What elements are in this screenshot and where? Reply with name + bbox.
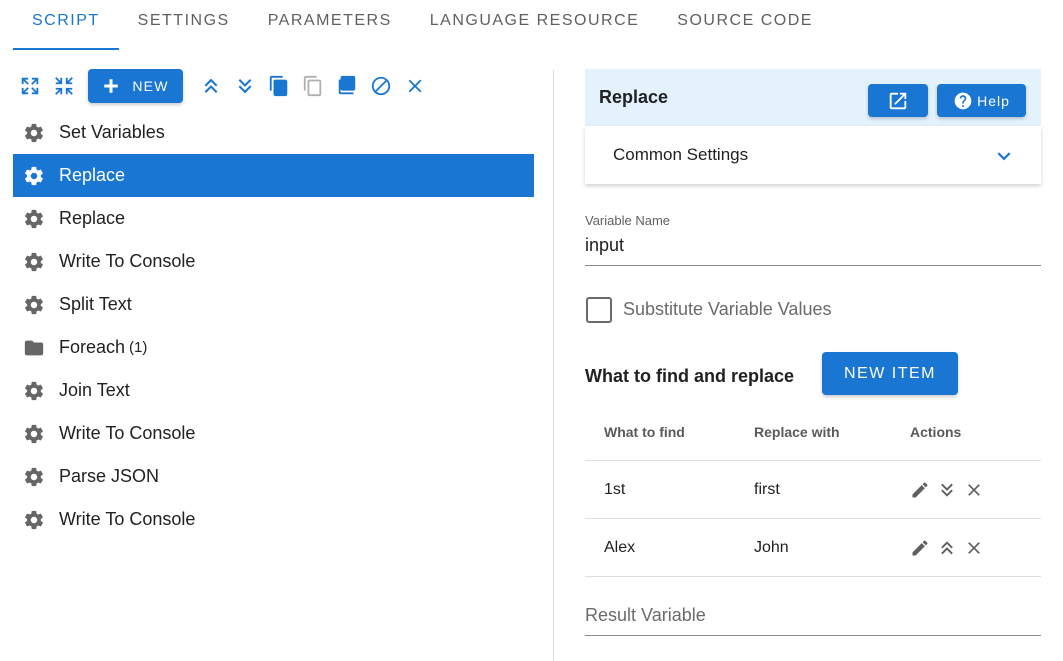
result-variable-field[interactable]: Result Variable xyxy=(585,605,706,626)
paste-icon[interactable] xyxy=(301,74,325,98)
panel-divider[interactable] xyxy=(553,70,554,661)
step-item-folder[interactable]: Foreach (1) xyxy=(13,326,534,369)
duplicate-icon[interactable] xyxy=(335,74,359,98)
chevron-down-icon xyxy=(997,152,1011,161)
cell-actions xyxy=(890,538,1041,558)
gear-icon xyxy=(25,424,43,443)
help-button[interactable]: Help xyxy=(937,84,1026,117)
plus-icon xyxy=(104,79,119,93)
app-root: SCRIPT SETTINGS PARAMETERS LANGUAGE RESO… xyxy=(0,0,1063,661)
gear-icon xyxy=(25,381,43,400)
folder-icon xyxy=(24,340,44,355)
step-label: Replace xyxy=(59,165,126,185)
tab-settings[interactable]: SETTINGS xyxy=(119,0,249,50)
step-item[interactable]: Write To Console xyxy=(13,240,534,283)
gear-icon xyxy=(25,510,43,529)
new-step-label: NEW xyxy=(132,78,169,94)
step-item[interactable]: Set Variables xyxy=(13,111,534,154)
delete-icon[interactable] xyxy=(964,480,984,500)
open-external-button[interactable] xyxy=(868,84,928,117)
step-header: Replace Help xyxy=(585,69,1041,127)
new-item-button[interactable]: NEW ITEM xyxy=(822,352,958,395)
common-settings-label: Common Settings xyxy=(613,145,749,164)
variable-name-label: Variable Name xyxy=(585,213,671,228)
tab-language-resource[interactable]: LANGUAGE RESOURCE xyxy=(411,0,659,50)
step-item[interactable]: Parse JSON xyxy=(13,455,534,498)
substitute-variables-label[interactable]: Substitute Variable Values xyxy=(623,299,831,320)
move-down-icon[interactable] xyxy=(937,480,957,500)
cell-find: Alex xyxy=(604,538,636,556)
step-item[interactable]: Write To Console xyxy=(13,412,534,455)
table-row: Alex John xyxy=(585,519,1041,577)
cell-replace: John xyxy=(754,538,789,556)
step-item[interactable]: Replace xyxy=(13,197,534,240)
gear-icon xyxy=(25,166,43,185)
step-toolbar: NEW xyxy=(18,68,437,104)
step-label: Replace xyxy=(59,208,126,228)
help-icon xyxy=(954,92,972,109)
step-label: Split Text xyxy=(59,294,132,314)
step-label: Join Text xyxy=(59,380,130,400)
child-count: (1) xyxy=(129,339,148,356)
cell-find: 1st xyxy=(604,480,626,498)
help-label: Help xyxy=(977,92,1010,109)
step-item[interactable]: Split Text xyxy=(13,283,534,326)
copy-icon[interactable] xyxy=(267,74,291,98)
column-header-replace: Replace with xyxy=(754,423,840,440)
find-replace-table: What to find Replace with Actions 1st fi… xyxy=(585,403,1041,577)
move-down-icon[interactable] xyxy=(233,74,257,98)
step-label: Set Variables xyxy=(59,122,165,142)
gear-icon xyxy=(25,295,43,314)
tab-script[interactable]: SCRIPT xyxy=(13,0,119,50)
step-list: Set Variables Replace Replace Write To C… xyxy=(13,111,534,541)
move-up-icon[interactable] xyxy=(199,74,223,98)
cell-replace: first xyxy=(754,480,780,498)
open-external-icon xyxy=(889,92,907,109)
cell-actions xyxy=(890,480,1041,500)
step-label: Write To Console xyxy=(59,509,196,529)
gear-icon xyxy=(25,209,43,228)
find-replace-title: What to find and replace xyxy=(585,366,795,386)
step-label: Write To Console xyxy=(59,251,196,271)
step-label: Write To Console xyxy=(59,423,196,443)
column-header-actions: Actions xyxy=(910,423,962,440)
variable-name-input[interactable]: input xyxy=(585,235,624,256)
edit-icon[interactable] xyxy=(910,538,930,558)
step-item-selected[interactable]: Replace xyxy=(13,154,534,197)
column-header-find: What to find xyxy=(604,423,685,440)
step-title: Replace xyxy=(599,87,669,107)
collapse-all-icon[interactable] xyxy=(52,74,76,98)
gear-icon xyxy=(25,467,43,486)
table-row: 1st first xyxy=(585,461,1041,519)
tab-parameters[interactable]: PARAMETERS xyxy=(249,0,411,50)
gear-icon xyxy=(25,252,43,271)
step-item[interactable]: Join Text xyxy=(13,369,534,412)
step-label: Parse JSON xyxy=(59,466,160,486)
substitute-variables-checkbox[interactable] xyxy=(586,297,612,323)
move-up-icon[interactable] xyxy=(937,538,957,558)
step-label: Foreach xyxy=(59,337,126,357)
expand-all-icon[interactable] xyxy=(18,74,42,98)
disable-icon[interactable] xyxy=(369,74,393,98)
edit-icon[interactable] xyxy=(910,480,930,500)
tab-source-code[interactable]: SOURCE CODE xyxy=(658,0,832,50)
delete-icon[interactable] xyxy=(403,74,427,98)
step-item[interactable]: Write To Console xyxy=(13,498,534,541)
tab-bar: SCRIPT SETTINGS PARAMETERS LANGUAGE RESO… xyxy=(13,0,832,50)
delete-icon[interactable] xyxy=(964,538,984,558)
new-step-button[interactable]: NEW xyxy=(88,69,183,103)
common-settings-panel[interactable]: Common Settings xyxy=(585,126,1041,184)
table-header: What to find Replace with Actions xyxy=(585,403,1041,461)
result-variable-underline xyxy=(585,635,1041,636)
variable-name-underline xyxy=(585,265,1041,266)
gear-icon xyxy=(25,123,43,142)
